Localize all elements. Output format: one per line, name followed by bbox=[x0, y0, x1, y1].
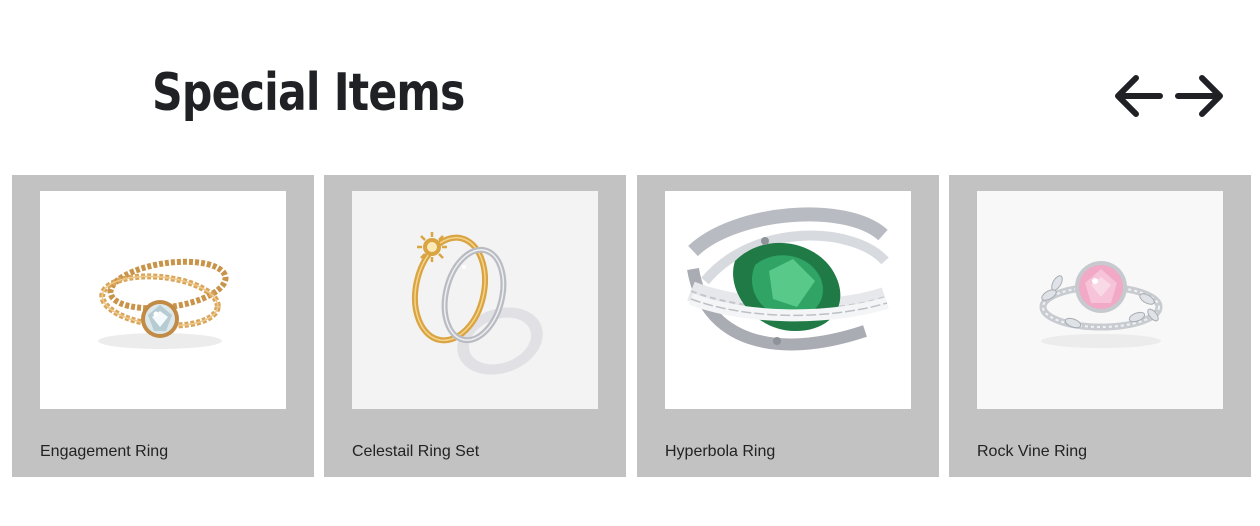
product-card-celestail-ring-set[interactable]: Celestail Ring Set bbox=[324, 175, 626, 477]
product-image-hyperbola-ring bbox=[665, 191, 911, 409]
carousel-controls bbox=[1110, 70, 1234, 122]
product-name: Rock Vine Ring bbox=[977, 443, 1087, 460]
product-image-rock-vine-ring bbox=[977, 191, 1223, 409]
product-image-engagement-ring bbox=[40, 191, 286, 409]
product-card-hyperbola-ring[interactable]: Hyperbola Ring bbox=[637, 175, 939, 477]
arrow-right-icon bbox=[1175, 75, 1223, 117]
product-name: Engagement Ring bbox=[40, 443, 169, 460]
product-name: Celestail Ring Set bbox=[352, 443, 480, 460]
carousel-next-button[interactable] bbox=[1172, 70, 1228, 122]
carousel-prev-button[interactable] bbox=[1110, 70, 1166, 122]
product-image-celestail-ring-set bbox=[352, 191, 598, 409]
product-name: Hyperbola Ring bbox=[665, 443, 776, 460]
section-title: Special Items bbox=[152, 63, 465, 123]
product-card-engagement-ring[interactable]: Engagement Ring bbox=[12, 175, 314, 477]
product-card-rock-vine-ring[interactable]: Rock Vine Ring bbox=[949, 175, 1251, 477]
arrow-left-icon bbox=[1115, 75, 1163, 117]
